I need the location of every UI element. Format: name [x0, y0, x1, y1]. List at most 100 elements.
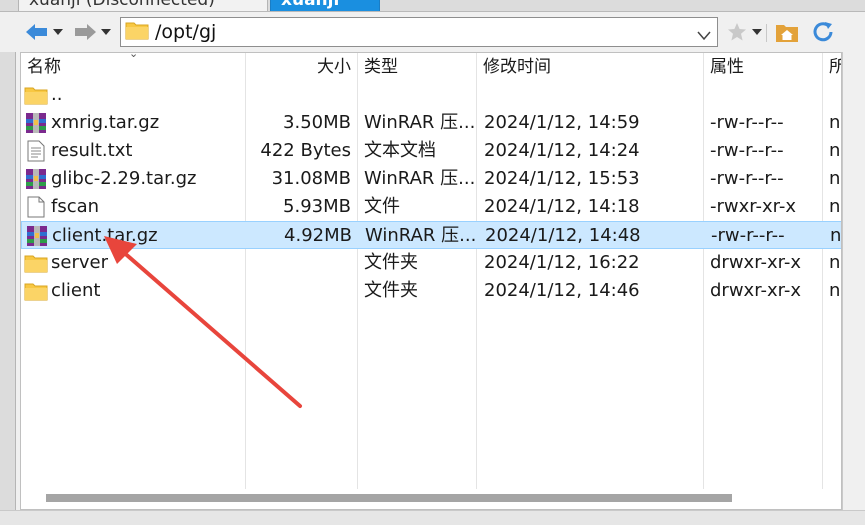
file-type: [358, 81, 476, 109]
winrar-archive-icon: [25, 224, 49, 248]
file-modified: 2024/1/12, 14:24: [484, 140, 640, 161]
file-modified: 2024/1/12, 14:48: [485, 225, 641, 246]
file-name-cell[interactable]: client.tar.gz: [22, 222, 246, 250]
bookmark-dropdown[interactable]: [750, 20, 764, 44]
file-modified: 2024/1/12, 14:59: [484, 112, 640, 133]
chevron-down-icon: [101, 29, 111, 35]
file-name: fscan: [51, 196, 100, 217]
file-size: [245, 81, 357, 109]
home-directory-button[interactable]: [774, 20, 800, 44]
file-modified: 2024/1/12, 16:22: [484, 252, 640, 273]
table-row[interactable]: client 文件夹 2024/1/12, 14:46 drwxr-xr-x n: [21, 277, 841, 305]
file-type: 文件: [364, 196, 400, 217]
chevron-down-icon: [53, 29, 63, 35]
table-row[interactable]: ..: [21, 81, 841, 109]
file-modified: [477, 81, 703, 109]
file-name-cell[interactable]: server: [21, 249, 245, 277]
path-dropdown-chevron-icon[interactable]: [697, 26, 711, 45]
folder-icon: [125, 20, 149, 44]
back-button[interactable]: [24, 20, 50, 44]
file-name-cell[interactable]: xmrig.tar.gz: [21, 109, 245, 137]
table-row[interactable]: xmrig.tar.gz 3.50MB WinRAR 压... 2024/1/12, …: [21, 109, 841, 137]
winrar-archive-icon: [24, 111, 48, 135]
file-owner: [823, 81, 841, 109]
file-modified: 2024/1/12, 14:46: [484, 280, 640, 301]
forward-arrow-icon: [75, 24, 96, 40]
column-header-modified[interactable]: 修改时间: [477, 53, 703, 81]
folder-icon: [24, 279, 48, 303]
bookmark-button[interactable]: [726, 20, 748, 44]
file-modified: 2024/1/12, 14:18: [484, 196, 640, 217]
column-header-size[interactable]: 大小: [245, 53, 357, 81]
table-row[interactable]: fscan 5.93MB 文件 2024/1/12, 14:18 -rwxr-xr-x n: [21, 193, 841, 221]
table-row[interactable]: result.txt 422 Bytes 文本文档 2024/1/12, 14:24 -…: [21, 137, 841, 165]
file-size: 3.50MB: [283, 112, 351, 133]
file-name-cell[interactable]: glibc-2.29.tar.gz: [21, 165, 245, 193]
chevron-down-icon: [752, 29, 762, 35]
file-name: xmrig.tar.gz: [51, 112, 160, 133]
forward-button[interactable]: [72, 20, 98, 44]
file-owner: n: [829, 140, 841, 161]
column-header-permissions[interactable]: 属性: [704, 53, 822, 81]
winrar-archive-icon: [24, 167, 48, 191]
file-permissions: -rw-r--r--: [710, 140, 784, 161]
refresh-icon: [813, 22, 833, 42]
folder-up-icon: [24, 83, 48, 107]
file-permissions: -rw-r--r--: [710, 112, 784, 133]
back-history-dropdown[interactable]: [51, 20, 65, 44]
file-size: [245, 277, 357, 305]
file-name: client: [51, 280, 101, 301]
file-size: 5.93MB: [283, 196, 351, 217]
horizontal-scrollbar-thumb[interactable]: [46, 494, 732, 502]
adjacent-pane-edge: [842, 52, 865, 510]
file-owner: n: [829, 252, 841, 273]
text-file-icon: [24, 139, 48, 163]
file-owner: n: [829, 280, 841, 301]
file-owner: n: [829, 168, 841, 189]
file-size: 422 Bytes: [260, 140, 351, 161]
remote-file-list: 名称 ⌄ 大小 类型 修改时间 属性 所 .. xmrig.tar.gz 3.50M…: [20, 52, 842, 510]
folder-icon: [24, 251, 48, 275]
file-name: glibc-2.29.tar.gz: [51, 168, 197, 189]
file-name-cell[interactable]: result.txt: [21, 137, 245, 165]
file-permissions: -rw-r--r--: [711, 225, 785, 246]
file-type: 文件夹: [364, 252, 418, 273]
file-name: client.tar.gz: [52, 225, 158, 246]
session-tab-strip: xuanji (Disconnected) xuanji: [0, 0, 865, 12]
file-name: ..: [51, 84, 63, 105]
sort-descending-indicator-icon: ⌄: [129, 52, 139, 60]
blank-file-icon: [24, 195, 48, 219]
file-size: [245, 249, 357, 277]
tab-session-disconnected[interactable]: xuanji (Disconnected): [18, 0, 268, 11]
file-list-header: 名称 ⌄ 大小 类型 修改时间 属性 所: [21, 52, 841, 81]
tab-session-active[interactable]: xuanji: [270, 0, 380, 11]
table-row[interactable]: server 文件夹 2024/1/12, 16:22 drwxr-xr-x n: [21, 249, 841, 277]
star-icon: [728, 23, 746, 41]
file-permissions: -rwxr-xr-x: [710, 196, 797, 217]
navigation-toolbar: /opt/gj: [0, 12, 865, 52]
toolbar-separator: [766, 24, 767, 42]
forward-history-dropdown[interactable]: [99, 20, 113, 44]
tab-label: xuanji (Disconnected): [29, 0, 215, 10]
file-name-cell[interactable]: ..: [21, 81, 245, 109]
file-permissions: -rw-r--r--: [710, 168, 784, 189]
file-size: 31.08MB: [271, 168, 351, 189]
file-size: 4.92MB: [284, 225, 352, 246]
file-type: 文本文档: [364, 140, 436, 161]
file-name-cell[interactable]: fscan: [21, 193, 245, 221]
file-modified: 2024/1/12, 15:53: [484, 168, 640, 189]
file-owner: n: [830, 225, 842, 246]
file-permissions: [704, 81, 822, 109]
table-row[interactable]: glibc-2.29.tar.gz 31.08MB WinRAR 压... 2024/…: [21, 165, 841, 193]
column-header-type[interactable]: 类型: [358, 53, 476, 81]
path-text[interactable]: /opt/gj: [155, 21, 216, 43]
home-folder-icon: [776, 25, 798, 42]
file-name-cell[interactable]: client: [21, 277, 245, 305]
column-header-owner[interactable]: 所: [823, 53, 841, 81]
refresh-button[interactable]: [809, 20, 837, 44]
horizontal-scrollbar[interactable]: [21, 489, 841, 507]
file-owner: n: [829, 112, 841, 133]
path-address-bar[interactable]: /opt/gj: [120, 17, 718, 47]
table-row-selected[interactable]: client.tar.gz 4.92MB WinRAR 压... 2024/1/12,…: [21, 221, 842, 250]
file-type: WinRAR 压...: [364, 112, 476, 133]
